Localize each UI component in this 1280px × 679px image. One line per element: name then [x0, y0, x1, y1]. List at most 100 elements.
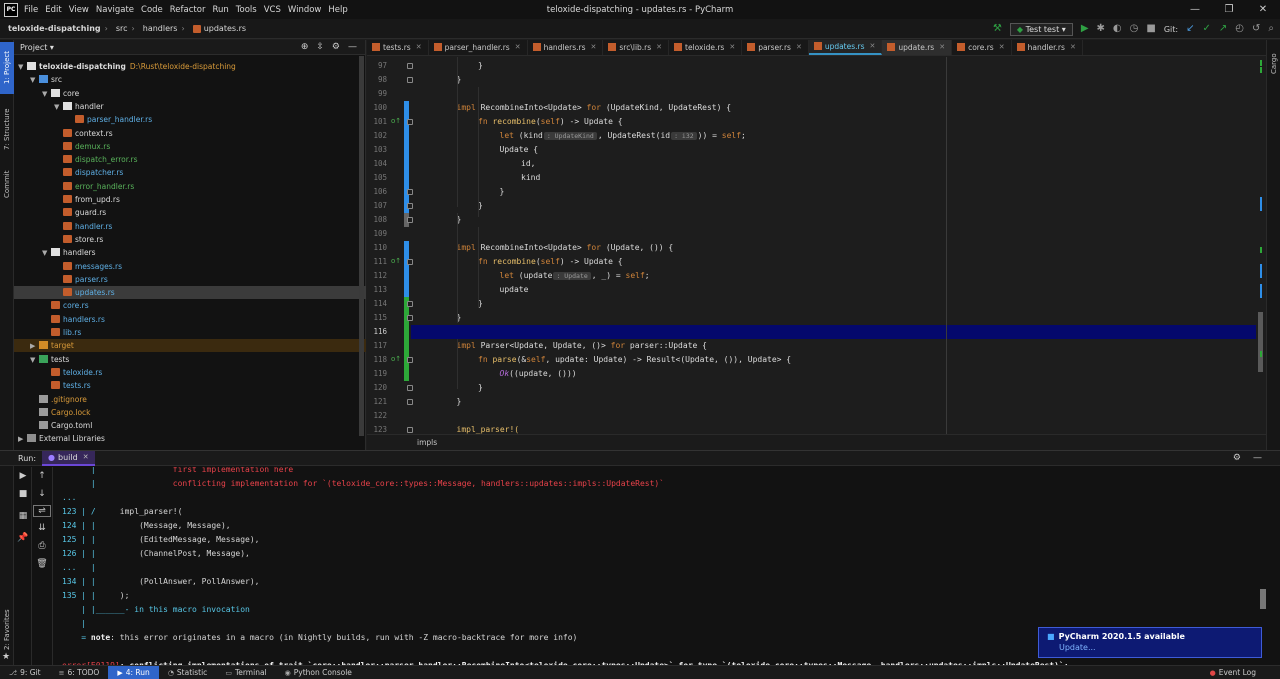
scroll-to-end-icon[interactable]: ⇊	[33, 523, 51, 533]
close-icon[interactable]: ✕	[1246, 0, 1280, 19]
tree-item[interactable]: ▼ tests	[14, 353, 366, 366]
tree-item[interactable]: core.rs	[14, 299, 366, 312]
menu-window[interactable]: Window	[288, 5, 322, 15]
close-tab-icon[interactable]: ✕	[939, 43, 945, 51]
expanded-arrow-icon[interactable]: ▼	[18, 61, 27, 74]
tree-item[interactable]: .gitignore	[14, 393, 366, 406]
menu-view[interactable]: View	[69, 5, 89, 15]
change-stripe-marker[interactable]	[1260, 197, 1262, 211]
collapsed-arrow-icon[interactable]: ▶	[18, 433, 27, 446]
vcs-change-marker[interactable]	[404, 129, 409, 143]
menu-tools[interactable]: Tools	[236, 5, 257, 15]
close-tab-icon[interactable]: ✕	[515, 43, 521, 51]
vcs-change-marker[interactable]	[404, 101, 409, 115]
change-stripe-marker[interactable]	[1260, 284, 1262, 298]
debug-icon[interactable]: ✱	[1097, 23, 1105, 35]
tree-item[interactable]: ▼ core	[14, 87, 366, 100]
vcs-change-marker[interactable]	[404, 325, 409, 339]
tree-item[interactable]: ▶ target	[14, 339, 366, 353]
tree-item[interactable]: updates.rs	[14, 286, 366, 300]
editor-tab[interactable]: src\lib.rs ✕	[603, 40, 670, 55]
expanded-arrow-icon[interactable]: ▼	[30, 354, 39, 367]
close-tab-icon[interactable]: ✕	[591, 43, 597, 51]
implements-method-icon[interactable]: o↑	[391, 117, 401, 125]
git-commit-icon[interactable]: ✓	[1202, 23, 1210, 35]
menu-file[interactable]: File	[24, 5, 38, 15]
breadcrumb-handlers[interactable]: handlers	[135, 24, 182, 33]
editor-tab[interactable]: handler.rs ✕	[1012, 40, 1083, 55]
tree-item[interactable]: Cargo.toml	[14, 419, 366, 432]
update-link[interactable]: Update...	[1047, 643, 1253, 652]
tree-item[interactable]: ▼ handler	[14, 100, 366, 113]
code-view[interactable]: }} impl RecombineInto<Update> for (Update…	[411, 57, 1256, 434]
editor-tab[interactable]: teloxide.rs ✕	[669, 40, 743, 55]
rerun-icon[interactable]: ▶	[14, 471, 32, 481]
scroll-down-icon[interactable]: ↓	[33, 489, 51, 499]
tree-item[interactable]: handlers.rs	[14, 313, 366, 326]
close-tab-icon[interactable]: ✕	[656, 43, 662, 51]
menu-help[interactable]: Help	[328, 5, 347, 15]
implements-method-icon[interactable]: o↑	[391, 257, 401, 265]
tree-item[interactable]: parser_handler.rs	[14, 113, 366, 126]
trash-icon[interactable]: 🗑	[33, 559, 51, 569]
editor-tab[interactable]: updates.rs ✕	[808, 40, 883, 55]
restore-icon[interactable]: ❐	[1212, 0, 1246, 19]
locate-icon[interactable]: ⊕	[301, 42, 309, 52]
tree-item[interactable]: demux.rs	[14, 140, 366, 153]
favorites-tool-tab[interactable]: 2: Favorites	[0, 606, 14, 654]
close-tab-icon[interactable]: ✕	[729, 43, 735, 51]
tree-item[interactable]: ▼ src	[14, 73, 366, 86]
tree-item[interactable]: lib.rs	[14, 326, 366, 339]
menu-navigate[interactable]: Navigate	[96, 5, 134, 15]
change-stripe-marker[interactable]	[1260, 264, 1262, 278]
implements-method-icon[interactable]: o↑	[391, 355, 401, 363]
print-icon[interactable]: ⎙	[33, 541, 51, 551]
close-tab-icon[interactable]: ✕	[83, 450, 89, 465]
layout-icon[interactable]: ▦	[14, 511, 32, 521]
tree-item[interactable]: store.rs	[14, 233, 366, 246]
tree-item[interactable]: messages.rs	[14, 260, 366, 273]
tool-window-button[interactable]: ▭ Terminal	[216, 666, 275, 679]
hide-icon[interactable]: —	[1253, 453, 1262, 463]
tree-item[interactable]: Cargo.lock	[14, 406, 366, 419]
vcs-change-marker[interactable]	[404, 269, 409, 283]
close-tab-icon[interactable]: ✕	[870, 42, 876, 50]
collapsed-arrow-icon[interactable]: ▶	[30, 340, 39, 353]
coverage-icon[interactable]: ◐	[1113, 23, 1122, 35]
collapse-all-icon[interactable]: ⇳	[316, 42, 324, 52]
tree-item[interactable]: context.rs	[14, 127, 366, 140]
change-stripe-marker[interactable]	[1260, 247, 1262, 253]
git-update-icon[interactable]: ↙	[1186, 23, 1194, 35]
gear-icon[interactable]: ⚙	[1233, 453, 1241, 463]
tree-item[interactable]: dispatch_error.rs	[14, 153, 366, 166]
tool-window-button[interactable]: ◉ Python Console	[276, 666, 361, 679]
pin-icon[interactable]: 📌	[14, 533, 32, 543]
breadcrumb-file[interactable]: updates.rs	[185, 24, 250, 33]
build-tab[interactable]: ● build ✕	[42, 450, 95, 466]
breadcrumb-project[interactable]: teloxide-dispatching	[0, 24, 105, 33]
tool-window-button[interactable]: ≡ 6: TODO	[50, 666, 109, 679]
tree-item[interactable]: teloxide.rs	[14, 366, 366, 379]
menu-refactor[interactable]: Refactor	[170, 5, 206, 15]
soft-wrap-icon[interactable]: ⇌	[33, 505, 51, 517]
scroll-up-icon[interactable]: ↑	[33, 471, 51, 481]
editor-tab[interactable]: core.rs ✕	[952, 40, 1012, 55]
update-notification[interactable]: ■ PyCharm 2020.1.5 available Update...	[1038, 627, 1262, 658]
change-stripe-marker[interactable]	[1260, 67, 1262, 73]
tree-item[interactable]: parser.rs	[14, 273, 366, 286]
commit-tool-tab[interactable]: Commit	[0, 164, 14, 204]
editor-tab[interactable]: handlers.rs ✕	[528, 40, 604, 55]
build-hammer-icon[interactable]: ⚒	[993, 23, 1002, 35]
hide-icon[interactable]: —	[348, 42, 357, 52]
gear-icon[interactable]: ⚙	[332, 42, 340, 52]
editor-tab[interactable]: update.rs ✕	[882, 40, 953, 55]
vcs-change-marker[interactable]	[404, 157, 409, 171]
expanded-arrow-icon[interactable]: ▼	[30, 74, 39, 87]
editor-scrollbar[interactable]	[1258, 312, 1263, 372]
change-stripe-marker[interactable]	[1260, 60, 1262, 66]
vcs-change-marker[interactable]	[404, 367, 409, 381]
tree-item[interactable]: tests.rs	[14, 379, 366, 392]
tree-item[interactable]: error_handler.rs	[14, 180, 366, 193]
console-scrollbar[interactable]	[1260, 589, 1266, 609]
vcs-change-marker[interactable]	[404, 171, 409, 185]
